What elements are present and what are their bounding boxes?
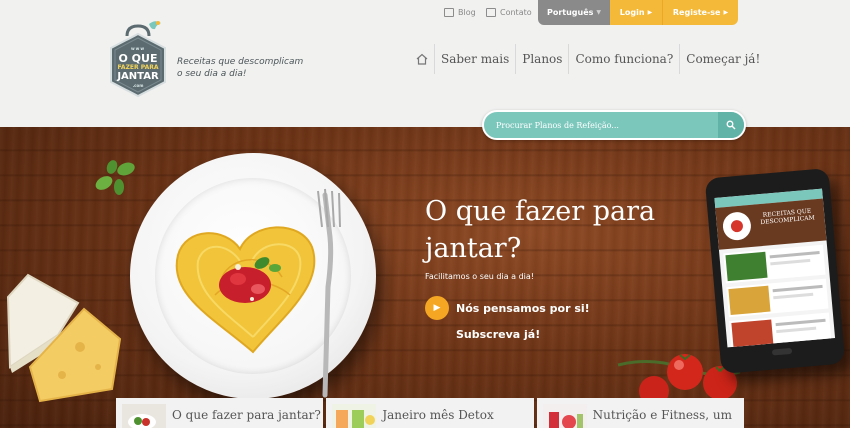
- nav-item-planos[interactable]: Planos: [515, 44, 568, 74]
- mail-icon: [486, 8, 496, 17]
- logo-line-3: JANTAR: [117, 71, 159, 82]
- nav-home[interactable]: [410, 44, 434, 74]
- chevron-down-icon: ▼: [596, 9, 602, 16]
- phone-list-item: [723, 244, 826, 284]
- login-button[interactable]: Login ▶: [610, 0, 662, 25]
- blog-link-label: Blog: [458, 8, 476, 17]
- login-button-label: Login: [619, 8, 645, 17]
- phone-home-button: [771, 347, 793, 356]
- card-thumbnail: [122, 404, 166, 428]
- register-button[interactable]: Registe-se ▶: [662, 0, 738, 25]
- chevron-right-icon: ▶: [433, 303, 441, 313]
- logo-line-1: O QUE: [118, 52, 158, 65]
- card-thumbnail: [542, 404, 587, 428]
- featured-cards: O que fazer para jantar? Janeiro mês Det…: [116, 398, 744, 428]
- smartphone-mockup: RECEITAS QUE DESCOMPLICAM: [704, 167, 846, 375]
- language-selector[interactable]: Português ▼: [538, 0, 610, 25]
- search-button[interactable]: [718, 112, 744, 138]
- logo-tagline: Receitas que descomplicam o seu dia a di…: [177, 57, 304, 79]
- card-item[interactable]: Janeiro mês Detox: [326, 398, 534, 428]
- cta-button[interactable]: ▶: [425, 296, 449, 320]
- cta-label[interactable]: Nós pensamos por si!: [456, 302, 590, 315]
- chevron-right-icon: ▶: [723, 9, 729, 16]
- card-title: Janeiro mês Detox: [382, 408, 494, 422]
- card-thumbnail: [332, 404, 377, 428]
- phone-plate-image: [721, 210, 753, 242]
- language-selector-label: Português: [546, 8, 594, 17]
- blog-icon: [444, 8, 454, 17]
- blog-link[interactable]: Blog: [444, 8, 476, 17]
- home-icon: [416, 53, 428, 65]
- contato-link[interactable]: Contato: [486, 8, 532, 17]
- search-icon: [726, 120, 736, 130]
- site-logo[interactable]: www O QUE FAZER PARA JANTAR .com: [109, 20, 169, 98]
- card-item[interactable]: Nutrição e Fitness, um: [536, 398, 744, 428]
- card-title: O que fazer para jantar?: [172, 408, 321, 422]
- site-header: www O QUE FAZER PARA JANTAR .com Receita…: [0, 0, 850, 127]
- logo-com: .com: [132, 83, 144, 88]
- hero-subtitle: Facilitamos o seu dia a dia!: [425, 272, 535, 281]
- phone-screen-header: RECEITAS QUE DESCOMPLICAM: [715, 198, 827, 250]
- phone-list-item: [729, 312, 832, 348]
- card-title: Nutrição e Fitness, um: [592, 408, 732, 422]
- nav-item-saber-mais[interactable]: Saber mais: [434, 44, 515, 74]
- register-button-label: Registe-se: [672, 8, 721, 17]
- nav-item-comecar-ja[interactable]: Começar já!: [679, 44, 766, 74]
- main-nav: Saber mais Planos Como funciona? Começar…: [410, 44, 766, 74]
- hero-title: O que fazer para jantar?: [425, 196, 656, 264]
- search-input[interactable]: [496, 112, 718, 138]
- chevron-right-icon: ▶: [647, 9, 653, 16]
- nav-item-como-funciona[interactable]: Como funciona?: [568, 44, 679, 74]
- hero-banner: O que fazer para jantar? Facilitamos o s…: [0, 127, 850, 428]
- contato-link-label: Contato: [500, 8, 532, 17]
- phone-list-item: [726, 278, 829, 318]
- subscribe-link[interactable]: Subscreva já!: [456, 328, 540, 341]
- card-item[interactable]: O que fazer para jantar?: [116, 398, 324, 428]
- phone-screen: RECEITAS QUE DESCOMPLICAM: [714, 188, 836, 348]
- logo-www: www: [130, 46, 146, 51]
- phone-screen-header-text: RECEITAS QUE DESCOMPLICAM: [760, 207, 816, 227]
- search-bar: [482, 110, 746, 140]
